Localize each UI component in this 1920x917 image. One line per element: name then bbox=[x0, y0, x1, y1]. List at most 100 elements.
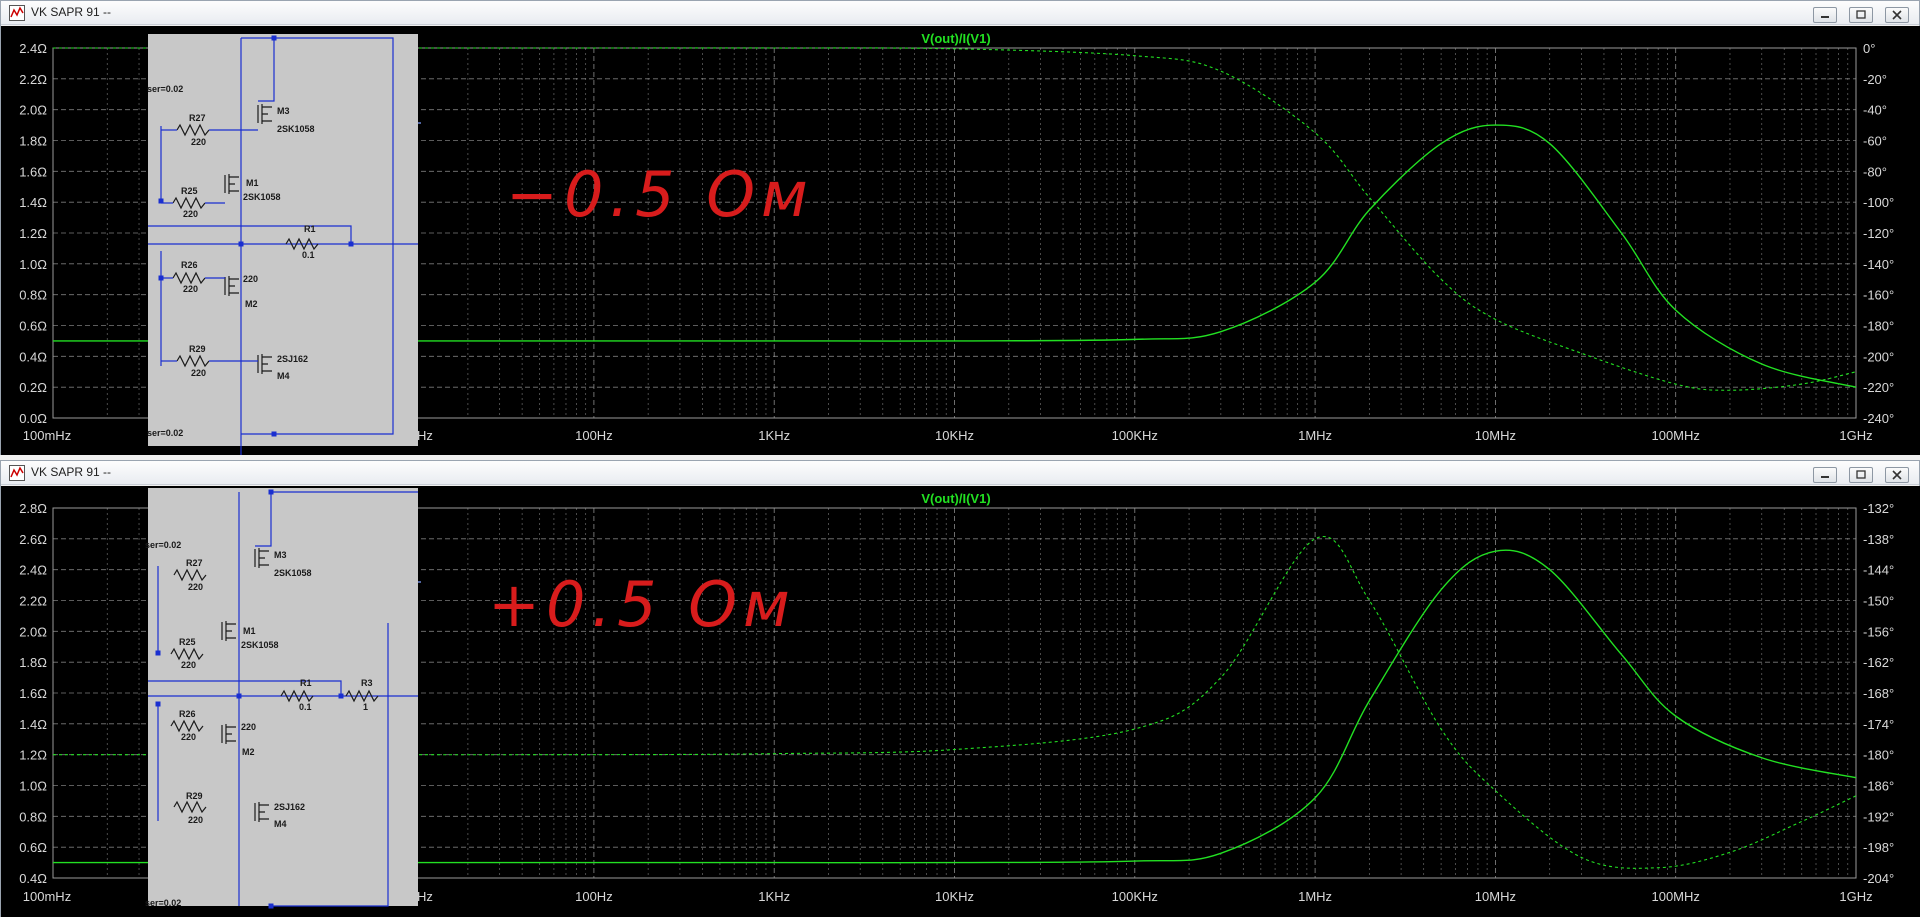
left-axis-tick-label: 2.6Ω bbox=[19, 532, 47, 547]
right-axis-tick-label: -220° bbox=[1863, 380, 1894, 395]
left-axis-tick-label: 1.0Ω bbox=[19, 257, 47, 272]
left-axis-tick-label: 2.8Ω bbox=[19, 501, 47, 516]
restore-button[interactable] bbox=[1849, 7, 1873, 23]
left-axis-tick-label: 2.2Ω bbox=[19, 72, 47, 87]
component-label: R26 bbox=[179, 709, 196, 719]
x-axis-tick-label: 1KHz bbox=[758, 889, 790, 904]
x-axis-tick-label: 10MHz bbox=[1475, 889, 1516, 904]
title-bar[interactable]: VK SAPR 91 -- bbox=[1, 1, 1919, 25]
right-axis-tick-label: -144° bbox=[1863, 563, 1894, 578]
component-label: R1 bbox=[304, 224, 316, 234]
handwritten-annotation: +0.5 Ом bbox=[488, 568, 796, 641]
right-axis-tick-label: -192° bbox=[1863, 809, 1894, 824]
component-label: R27 bbox=[186, 558, 203, 568]
component-label: 2SK1058 bbox=[241, 640, 279, 650]
right-axis-tick-label: -140° bbox=[1863, 257, 1894, 272]
plot-area[interactable]: 2.8Ω 2.6Ω 2.4Ω 2.2Ω 2.0Ω 1.8Ω 1.6Ω 1.4Ω 1.2Ω 1.0Ω… bbox=[1, 486, 1920, 917]
left-axis-tick-label: 1.4Ω bbox=[19, 195, 47, 210]
schematic-overlay[interactable]: ser=0.02 ser=0.02 M3 2SK1058 R27 220 R25 220 M1 2… bbox=[147, 34, 418, 455]
x-axis-tick-label: Hz bbox=[417, 428, 433, 443]
component-label: 220 bbox=[191, 137, 206, 147]
right-axis-tick-label: -180° bbox=[1863, 319, 1894, 334]
right-axis-tick-label: -174° bbox=[1863, 717, 1894, 732]
right-axis-tick-label: -240° bbox=[1863, 411, 1894, 426]
left-axis-tick-label: 2.0Ω bbox=[19, 103, 47, 118]
x-axis-tick-label: 10KHz bbox=[935, 889, 974, 904]
right-axis-tick-label: -198° bbox=[1863, 840, 1894, 855]
bode-plot[interactable]: 2.4Ω 2.2Ω 2.0Ω 1.8Ω 1.6Ω 1.4Ω 1.2Ω 1.0Ω 0.8Ω 0.6Ω… bbox=[1, 26, 1920, 455]
junction-dot bbox=[338, 693, 344, 699]
left-axis-tick-label: 1.2Ω bbox=[19, 226, 47, 241]
left-axis-tick-label: 1.8Ω bbox=[19, 655, 47, 670]
left-axis-tick-label: 0.4Ω bbox=[19, 871, 47, 886]
right-axis-tick-label: -40° bbox=[1863, 103, 1887, 118]
schematic-overlay[interactable]: ser=0.02 ser=0.02 M3 2SK1058 R27 220 R25 220 M1 2… bbox=[145, 488, 418, 909]
left-axis-tick-label: 1.8Ω bbox=[19, 134, 47, 149]
waveform-window-top[interactable]: VK SAPR 91 -- 2.4Ω 2.2Ω 2.0Ω 1.8Ω 1.6Ω 1.4Ω 1.… bbox=[0, 0, 1920, 455]
close-button[interactable] bbox=[1885, 7, 1909, 23]
junction-dot bbox=[268, 903, 274, 909]
window-title: VK SAPR 91 -- bbox=[31, 5, 112, 19]
junction-dot bbox=[271, 35, 277, 41]
left-axis-tick-label: 0.0Ω bbox=[19, 411, 47, 426]
component-label: R27 bbox=[189, 113, 206, 123]
close-button[interactable] bbox=[1885, 467, 1909, 483]
minimize-button[interactable] bbox=[1813, 7, 1837, 23]
x-axis-tick-label: 1MHz bbox=[1298, 889, 1332, 904]
x-axis-tick-label: 100Hz bbox=[575, 428, 613, 443]
right-axis-tick-label: -180° bbox=[1863, 748, 1894, 763]
right-axis-tick-label: -120° bbox=[1863, 226, 1894, 241]
junction-dot bbox=[155, 650, 161, 656]
right-axis-tick-label: 0° bbox=[1863, 41, 1875, 56]
x-axis-tick-label: 1MHz bbox=[1298, 428, 1332, 443]
restore-button[interactable] bbox=[1849, 467, 1873, 483]
component-label: R1 bbox=[300, 678, 312, 688]
component-label: 2SK1058 bbox=[277, 124, 315, 134]
title-bar[interactable]: VK SAPR 91 -- bbox=[1, 461, 1919, 485]
component-label: 220 bbox=[191, 368, 206, 378]
spice-param-label: ser=0.02 bbox=[145, 540, 181, 550]
left-axis-tick-label: 0.2Ω bbox=[19, 380, 47, 395]
x-axis-tick-label: 100MHz bbox=[1651, 428, 1699, 443]
left-axis-tick-label: 1.4Ω bbox=[19, 717, 47, 732]
component-label: R29 bbox=[186, 791, 203, 801]
left-axis-tick-label: 1.2Ω bbox=[19, 748, 47, 763]
schematic-background bbox=[148, 34, 418, 446]
component-label: 220 bbox=[183, 284, 198, 294]
waveform-window-bottom[interactable]: VK SAPR 91 -- 2.8Ω 2.6Ω 2.4Ω 2.2Ω 2.0Ω 1.8Ω 1.… bbox=[0, 460, 1920, 917]
component-label: 2SJ162 bbox=[277, 354, 308, 364]
left-axis-tick-label: 0.4Ω bbox=[19, 349, 47, 364]
spice-param-label: ser=0.02 bbox=[145, 898, 181, 908]
waveform-app-icon bbox=[9, 5, 25, 21]
right-axis-tick-label: -132° bbox=[1863, 501, 1894, 516]
junction-dot bbox=[268, 489, 274, 495]
right-axis-tick-label: -186° bbox=[1863, 779, 1894, 794]
handwritten-annotation: −0.5 Ом bbox=[506, 158, 814, 231]
x-axis-tick-label: 1GHz bbox=[1839, 889, 1872, 904]
right-axis-tick-label: -80° bbox=[1863, 164, 1887, 179]
component-label: 220 bbox=[241, 722, 256, 732]
component-label: 220 bbox=[188, 815, 203, 825]
right-axis-tick-label: -156° bbox=[1863, 624, 1894, 639]
component-label: 1 bbox=[363, 702, 368, 712]
left-axis-tick-label: 1.6Ω bbox=[19, 686, 47, 701]
plot-area[interactable]: 2.4Ω 2.2Ω 2.0Ω 1.8Ω 1.6Ω 1.4Ω 1.2Ω 1.0Ω 0.8Ω 0.6Ω… bbox=[1, 26, 1920, 455]
component-label: 220 bbox=[181, 732, 196, 742]
left-axis-tick-label: 2.4Ω bbox=[19, 563, 47, 578]
bode-plot[interactable]: 2.8Ω 2.6Ω 2.4Ω 2.2Ω 2.0Ω 1.8Ω 1.6Ω 1.4Ω 1.2Ω 1.0Ω… bbox=[1, 486, 1920, 917]
component-label: R25 bbox=[181, 186, 198, 196]
component-label: 220 bbox=[183, 209, 198, 219]
left-axis-tick-label: 2.4Ω bbox=[19, 41, 47, 56]
x-axis-tick-label: 100MHz bbox=[1651, 889, 1699, 904]
x-axis-tick-label: 100mHz bbox=[23, 889, 71, 904]
waveform-app-icon bbox=[9, 465, 25, 481]
left-axis-tick-label: 1.6Ω bbox=[19, 164, 47, 179]
minimize-button[interactable] bbox=[1813, 467, 1837, 483]
x-axis-tick-label: 100Hz bbox=[575, 889, 613, 904]
right-axis-tick-label: -200° bbox=[1863, 349, 1894, 364]
component-label: R29 bbox=[189, 344, 206, 354]
left-axis-tick-label: 0.8Ω bbox=[19, 288, 47, 303]
right-axis-tick-label: -138° bbox=[1863, 532, 1894, 547]
component-label: 220 bbox=[188, 582, 203, 592]
left-axis-tick-label: 1.0Ω bbox=[19, 779, 47, 794]
